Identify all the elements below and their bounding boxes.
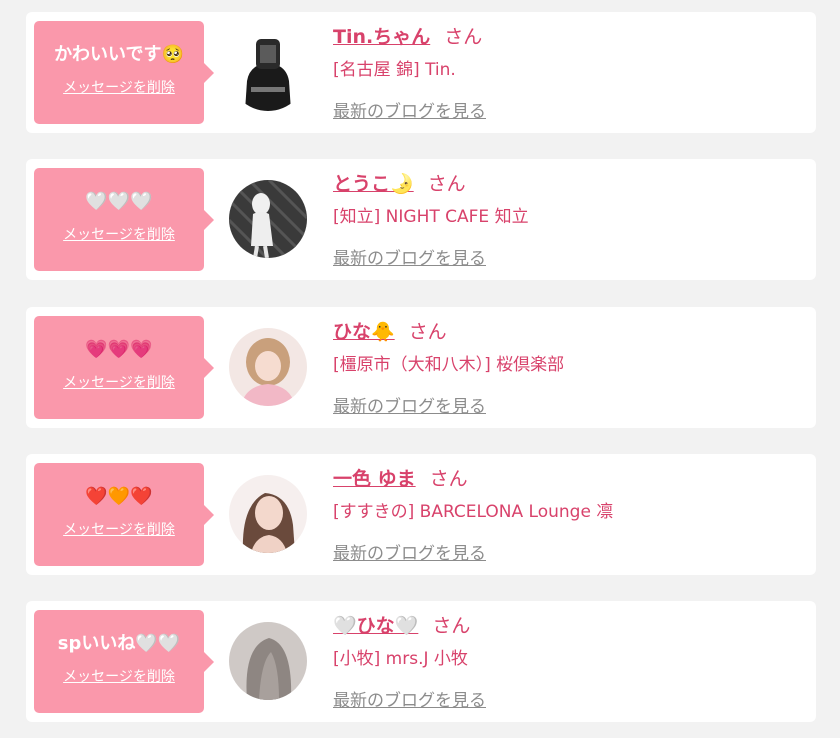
sender-name-link[interactable]: Tin.ちゃん (333, 26, 430, 48)
honorific: さん (429, 468, 468, 490)
message-card: 💗💗💗 メッセージを削除 ひな🐥 さん [橿原市（大和八木）] 桜倶楽部 最新のブ… (26, 307, 816, 428)
sender-info: 🤍ひな🤍 さん [小牧] mrs.J 小牧 最新のブログを見る (333, 613, 803, 711)
sender-info: ひな🐥 さん [橿原市（大和八木）] 桜倶楽部 最新のブログを見る (333, 319, 803, 417)
message-text: 💗💗💗 (85, 339, 153, 360)
message-bubble: ❤️🧡❤️ メッセージを削除 (34, 463, 214, 566)
sender-name-link[interactable]: 一色 ゆま (333, 468, 416, 490)
sender-name-link[interactable]: ひな🐥 (333, 321, 395, 343)
latest-blog-link[interactable]: 最新のブログを見る (333, 539, 486, 564)
latest-blog-link[interactable]: 最新のブログを見る (333, 244, 486, 269)
delete-message-link[interactable]: メッセージを削除 (34, 77, 204, 97)
delete-message-link[interactable]: メッセージを削除 (34, 372, 204, 392)
latest-blog-link[interactable]: 最新のブログを見る (333, 97, 486, 122)
latest-blog-link[interactable]: 最新のブログを見る (333, 392, 486, 417)
shop-name: [名古屋 錦] Tin. (333, 60, 456, 80)
sender-info: とうこ🌛 さん [知立] NIGHT CAFE 知立 最新のブログを見る (333, 171, 803, 269)
avatar[interactable] (229, 180, 307, 258)
honorific: さん (432, 615, 471, 637)
message-bubble: 💗💗💗 メッセージを削除 (34, 316, 214, 419)
honorific: さん (427, 173, 466, 195)
delete-message-link[interactable]: メッセージを削除 (34, 224, 204, 244)
message-bubble: かわいいです🥺 メッセージを削除 (34, 21, 214, 124)
message-text: ❤️🧡❤️ (85, 486, 153, 507)
message-card: spいいね🤍🤍 メッセージを削除 🤍ひな🤍 さん [小牧] mrs.J 小牧 最新… (26, 601, 816, 722)
message-text: 🤍🤍🤍 (85, 191, 153, 212)
shop-name: [知立] NIGHT CAFE 知立 (333, 207, 529, 227)
honorific: さん (444, 26, 483, 48)
sender-name-link[interactable]: とうこ🌛 (333, 173, 414, 195)
avatar[interactable] (229, 328, 307, 406)
avatar[interactable] (229, 622, 307, 700)
delete-message-link[interactable]: メッセージを削除 (34, 666, 204, 686)
message-bubble: spいいね🤍🤍 メッセージを削除 (34, 610, 214, 713)
sender-info: 一色 ゆま さん [すすきの] BARCELONA Lounge 凛 最新のブログ… (333, 466, 803, 564)
shop-name: [小牧] mrs.J 小牧 (333, 649, 468, 669)
sender-name-link[interactable]: 🤍ひな🤍 (333, 615, 418, 637)
message-text: spいいね🤍🤍 (57, 633, 181, 654)
honorific: さん (408, 321, 447, 343)
shop-name: [橿原市（大和八木）] 桜倶楽部 (333, 355, 565, 375)
shop-name: [すすきの] BARCELONA Lounge 凛 (333, 502, 614, 522)
message-card: 🤍🤍🤍 メッセージを削除 とうこ🌛 さん [知立] NIGHT CAFE 知立 最… (26, 159, 816, 280)
sender-info: Tin.ちゃん さん [名古屋 錦] Tin. 最新のブログを見る (333, 24, 803, 122)
message-bubble: 🤍🤍🤍 メッセージを削除 (34, 168, 214, 271)
message-card: ❤️🧡❤️ メッセージを削除 一色 ゆま さん [すすきの] BARCELONA … (26, 454, 816, 575)
message-card: かわいいです🥺 メッセージを削除 Tin.ちゃん さん [名古屋 錦] Tin. … (26, 12, 816, 133)
latest-blog-link[interactable]: 最新のブログを見る (333, 686, 486, 711)
avatar[interactable] (229, 475, 307, 553)
message-text: かわいいです🥺 (54, 44, 184, 65)
delete-message-link[interactable]: メッセージを削除 (34, 519, 204, 539)
avatar[interactable] (229, 33, 307, 111)
message-list: かわいいです🥺 メッセージを削除 Tin.ちゃん さん [名古屋 錦] Tin. … (0, 0, 840, 738)
